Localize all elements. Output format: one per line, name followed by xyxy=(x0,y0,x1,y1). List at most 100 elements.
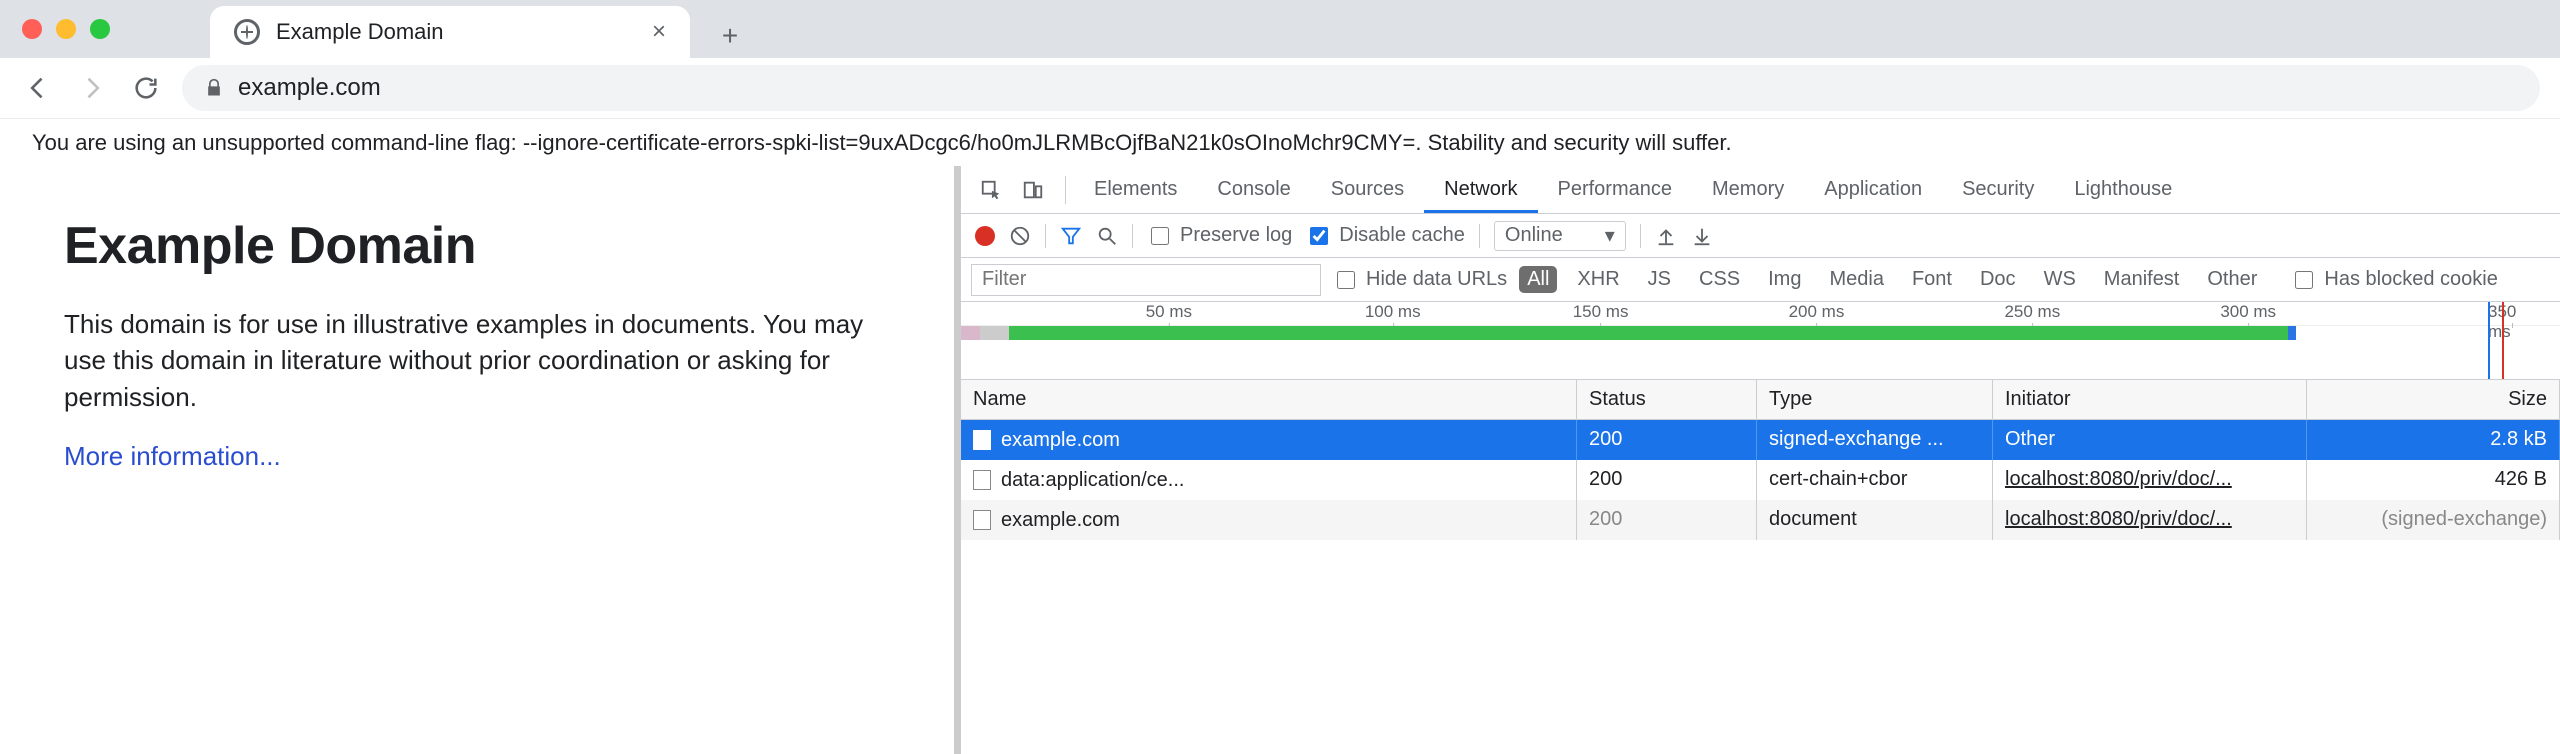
window-close-button[interactable] xyxy=(22,19,42,39)
timeline-tick: 100 ms xyxy=(1365,302,1421,322)
globe-icon xyxy=(234,19,260,45)
forward-button[interactable] xyxy=(74,70,110,106)
header-size[interactable]: Size xyxy=(2307,380,2560,419)
disable-cache-checkbox[interactable]: Disable cache xyxy=(1306,224,1465,248)
tab-lighthouse[interactable]: Lighthouse xyxy=(2054,166,2192,213)
browser-tab[interactable]: Example Domain × xyxy=(210,6,690,58)
header-name[interactable]: Name xyxy=(961,380,1577,419)
timeline-segment xyxy=(2288,326,2296,340)
separator xyxy=(1132,224,1133,248)
warning-infobar: You are using an unsupported command-lin… xyxy=(0,118,2560,166)
tab-close-button[interactable]: × xyxy=(652,18,666,46)
separator xyxy=(1640,224,1641,248)
filter-type-media[interactable]: Media xyxy=(1821,266,1891,293)
row-initiator[interactable]: localhost:8080/priv/doc/... xyxy=(1993,460,2307,500)
timeline-segment xyxy=(980,326,1009,340)
reload-button[interactable] xyxy=(128,70,164,106)
record-button[interactable] xyxy=(975,226,995,246)
file-icon xyxy=(973,430,991,450)
filter-type-all[interactable]: All xyxy=(1519,266,1557,293)
blocked-cookies-label: Has blocked cookie xyxy=(2324,268,2497,291)
filter-type-manifest[interactable]: Manifest xyxy=(2096,266,2188,293)
row-initiator[interactable]: localhost:8080/priv/doc/... xyxy=(1993,500,2307,540)
search-icon[interactable] xyxy=(1096,225,1118,247)
tab-elements[interactable]: Elements xyxy=(1074,166,1197,213)
window-minimize-button[interactable] xyxy=(56,19,76,39)
tab-memory[interactable]: Memory xyxy=(1692,166,1804,213)
timeline-segment xyxy=(1009,326,2288,340)
filter-type-ws[interactable]: WS xyxy=(2036,266,2084,293)
timeline-marker-dom xyxy=(2488,302,2490,379)
timeline-marker-load xyxy=(2502,302,2504,379)
tab-security[interactable]: Security xyxy=(1942,166,2054,213)
timeline-segment xyxy=(961,326,980,340)
device-toolbar-icon[interactable] xyxy=(1015,172,1051,208)
table-row[interactable]: example.com 200 signed-exchange ... Othe… xyxy=(961,420,2560,460)
filter-type-xhr[interactable]: XHR xyxy=(1569,266,1627,293)
timeline-tick: 250 ms xyxy=(2004,302,2060,322)
row-initiator: Other xyxy=(1993,420,2307,460)
filter-type-other[interactable]: Other xyxy=(2199,266,2265,293)
filter-type-doc[interactable]: Doc xyxy=(1972,266,2024,293)
upload-icon[interactable] xyxy=(1655,225,1677,247)
timeline-ruler: 50 ms 100 ms 150 ms 200 ms 250 ms 300 ms… xyxy=(961,302,2560,326)
filter-type-img[interactable]: Img xyxy=(1760,266,1809,293)
address-bar[interactable]: example.com xyxy=(182,65,2540,111)
network-table: Name Status Type Initiator Size example.… xyxy=(961,380,2560,754)
hide-data-urls-checkbox[interactable]: Hide data URLs xyxy=(1333,268,1507,292)
row-status: 200 xyxy=(1577,420,1757,460)
header-status[interactable]: Status xyxy=(1577,380,1757,419)
tab-network[interactable]: Network xyxy=(1424,166,1537,213)
separator xyxy=(1045,224,1046,248)
url-text: example.com xyxy=(238,74,381,102)
filter-input[interactable] xyxy=(971,264,1321,296)
row-size: 2.8 kB xyxy=(2307,420,2560,460)
hide-data-urls-label: Hide data URLs xyxy=(1366,268,1507,291)
preserve-log-checkbox[interactable]: Preserve log xyxy=(1147,224,1292,248)
table-row[interactable]: example.com 200 document localhost:8080/… xyxy=(961,500,2560,540)
row-size: 426 B xyxy=(2307,460,2560,500)
row-name: example.com xyxy=(1001,509,1120,532)
row-size: (signed-exchange) xyxy=(2307,500,2560,540)
content-area: Example Domain This domain is for use in… xyxy=(0,166,2560,754)
tab-sources[interactable]: Sources xyxy=(1311,166,1424,213)
table-row[interactable]: data:application/ce... 200 cert-chain+cb… xyxy=(961,460,2560,500)
inspect-element-icon[interactable] xyxy=(973,172,1009,208)
separator xyxy=(1479,224,1480,248)
disable-cache-label: Disable cache xyxy=(1339,224,1465,247)
filter-type-css[interactable]: CSS xyxy=(1691,266,1748,293)
download-icon[interactable] xyxy=(1691,225,1713,247)
row-status: 200 xyxy=(1577,500,1757,540)
back-button[interactable] xyxy=(20,70,56,106)
row-type: cert-chain+cbor xyxy=(1757,460,1993,500)
tab-performance[interactable]: Performance xyxy=(1538,166,1693,213)
window-controls xyxy=(22,0,110,58)
tab-console[interactable]: Console xyxy=(1197,166,1310,213)
devtools-tabs: Elements Console Sources Network Perform… xyxy=(961,166,2560,214)
network-timeline[interactable]: 50 ms 100 ms 150 ms 200 ms 250 ms 300 ms… xyxy=(961,302,2560,380)
page-content: Example Domain This domain is for use in… xyxy=(0,166,960,754)
window-maximize-button[interactable] xyxy=(90,19,110,39)
network-filter-bar: Hide data URLs All XHR JS CSS Img Media … xyxy=(961,258,2560,302)
tab-application[interactable]: Application xyxy=(1804,166,1942,213)
devtools-panel: Elements Console Sources Network Perform… xyxy=(960,166,2560,754)
new-tab-button[interactable]: + xyxy=(708,14,752,58)
lock-icon xyxy=(204,78,224,98)
filter-type-js[interactable]: JS xyxy=(1640,266,1679,293)
page-heading: Example Domain xyxy=(64,216,890,276)
more-info-link[interactable]: More information... xyxy=(64,441,281,471)
row-status: 200 xyxy=(1577,460,1757,500)
throttling-select[interactable]: Online ▾ xyxy=(1494,221,1626,251)
row-name: data:application/ce... xyxy=(1001,469,1184,492)
row-type: document xyxy=(1757,500,1993,540)
clear-icon[interactable] xyxy=(1009,225,1031,247)
header-type[interactable]: Type xyxy=(1757,380,1993,419)
timeline-tick: 150 ms xyxy=(1573,302,1629,322)
blocked-cookies-checkbox[interactable]: Has blocked cookie xyxy=(2291,268,2497,292)
filter-type-font[interactable]: Font xyxy=(1904,266,1960,293)
timeline-tick: 200 ms xyxy=(1789,302,1845,322)
header-initiator[interactable]: Initiator xyxy=(1993,380,2307,419)
file-icon xyxy=(973,470,991,490)
filter-icon[interactable] xyxy=(1060,225,1082,247)
timeline-tick: 300 ms xyxy=(2220,302,2276,322)
